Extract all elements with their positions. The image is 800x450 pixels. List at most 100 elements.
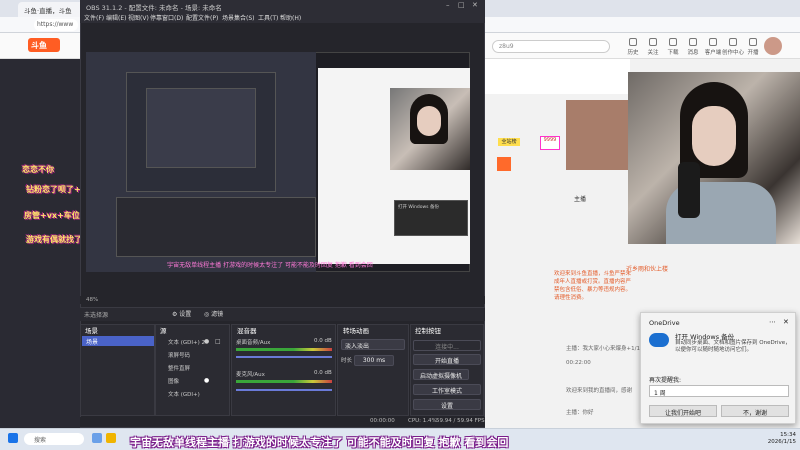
app-icon[interactable] — [92, 433, 102, 443]
nav-messages[interactable]: 消息 — [682, 38, 704, 56]
preview-webcam — [390, 88, 470, 170]
site-logo[interactable]: 斗鱼 — [28, 38, 60, 52]
clock-time: 15:34 — [780, 432, 796, 438]
camera-icon — [749, 38, 757, 46]
rank-badge[interactable]: 全站榜 — [498, 138, 520, 146]
menu-help[interactable]: 帮助(H) — [280, 13, 301, 22]
volume-slider[interactable] — [236, 356, 332, 358]
filters-label: 滤镜 — [211, 311, 224, 318]
cloud-icon — [649, 333, 669, 347]
zoom-row: 48% — [80, 296, 485, 304]
taskbar-search[interactable]: 搜索 — [24, 433, 84, 445]
notification-body: 自动同步桌面、文档和图片保存到 OneDrive，以便你可以随时随地访问它们。 — [675, 340, 791, 353]
settings-button[interactable]: ⚙ 设置 — [172, 309, 191, 319]
mixer-db: 0.0 dB — [314, 370, 332, 376]
menu-view[interactable]: 视图(V) — [128, 13, 149, 22]
preview-subtitle: 宇宙无敌单线程主播 打游戏的时候太专注了 可能不能及时回复 抱歉 看到会回 — [167, 262, 373, 269]
duration-input[interactable]: 300 ms — [354, 355, 394, 366]
window-title: OBS 31.1.2 - 配置文件: 未命名 - 场景: 未命名 — [86, 4, 222, 12]
side-orange-button[interactable] — [497, 157, 511, 171]
scenes-dock-title: 场景 — [85, 327, 98, 335]
volume-slider[interactable] — [236, 389, 332, 391]
danmu-text: 恋恋不你 — [22, 165, 54, 174]
menu-edit[interactable]: 编辑(E) — [106, 13, 126, 22]
gift-bar — [485, 59, 630, 94]
stream-ticker: 宇宙无敌单线程主播 打游戏的时候太专注了 可能不能及时回复 抱歉 看到会回 — [130, 436, 509, 449]
obs-titlebar: OBS 31.1.2 - 配置文件: 未命名 - 场景: 未命名 — [80, 0, 485, 12]
menu-file[interactable]: 文件(F) — [84, 13, 104, 22]
room-notice: 欢迎来到斗鱼直播，斗鱼严禁未成年人直播或打赏。直播内容严禁包含低俗、暴力等违规内… — [554, 271, 632, 301]
stream-status: 连接中... — [413, 340, 481, 351]
remind-select[interactable]: 1 周 — [649, 385, 789, 397]
webcam-overlay — [628, 72, 800, 244]
filters-button[interactable]: ◎ 滤镜 — [204, 309, 223, 319]
minimize-icon[interactable]: – — [446, 1, 450, 9]
virtual-camera-button[interactable]: 启动虚拟摄像机 — [413, 369, 469, 380]
transitions-dock-title: 转场动画 — [343, 327, 369, 335]
preview-toast: 打开 Windows 备份 — [394, 200, 468, 236]
start-button[interactable]: 让我们开始吧 — [649, 405, 717, 417]
studio-mode-button[interactable]: 工作室模式 — [413, 384, 481, 395]
menu-tools[interactable]: 工具(T) — [258, 13, 278, 22]
source-item[interactable]: 文本 (GDI+) — [168, 390, 200, 400]
transition-select[interactable]: 淡入淡出 — [341, 339, 405, 350]
volume-meter — [236, 380, 332, 383]
danmu-text: 房管+vx+车位 — [24, 211, 80, 220]
eye-icon[interactable]: ● — [204, 338, 209, 345]
no-thanks-button[interactable]: 不，谢谢 — [721, 405, 789, 417]
close-icon[interactable]: ✕ — [472, 1, 478, 9]
chat-line: 主播：你好 — [566, 410, 594, 416]
eye-icon[interactable]: ● — [204, 377, 209, 384]
folder-icon[interactable] — [106, 433, 116, 443]
source-item[interactable]: 整件直屏 — [168, 364, 190, 374]
menu-profile[interactable]: 配置文件(P) — [186, 13, 218, 22]
controls-dock-title: 控制按钮 — [415, 327, 441, 335]
menu-docks[interactable]: 停靠窗口(D) — [150, 13, 183, 22]
source-item[interactable]: 图像 — [168, 377, 179, 387]
nav-live[interactable]: 开播 — [742, 38, 764, 56]
microphone-icon — [678, 162, 700, 218]
address-bar[interactable]: https://www — [34, 19, 78, 31]
more-icon[interactable]: ⋯ — [769, 318, 776, 326]
taskbar-clock[interactable]: 15:34 2026/1/15 — [756, 432, 796, 448]
site-search-input[interactable]: z8u9 — [492, 40, 610, 53]
chat-line: 欢迎来到我的直播间，感谢 — [566, 388, 633, 394]
lock-icon[interactable]: □ — [215, 338, 221, 345]
time-readout: 00:00:00 — [370, 418, 395, 424]
source-item[interactable]: 文本 (GDI+) 2 — [168, 338, 205, 348]
source-item[interactable]: 滚屏号码 — [168, 351, 190, 361]
selected-source-label: 未选择源 — [84, 312, 109, 319]
history-icon — [629, 38, 637, 46]
heart-icon — [649, 38, 657, 46]
mixer-track-name: 桌面音频/Aux — [236, 340, 271, 346]
source-toolbar: 未选择源 — [80, 307, 485, 321]
host-label: 主播 — [574, 196, 587, 203]
browser-tab[interactable]: 斗鱼·直播，斗鱼 — [18, 2, 84, 17]
zoom-level[interactable]: 48% — [86, 297, 98, 303]
mixer-track-name: 麦克风/Aux — [236, 372, 265, 378]
start-icon[interactable] — [8, 433, 18, 443]
duration-label: 时长 — [341, 358, 353, 364]
nested-obs-capture — [146, 88, 256, 168]
menu-scene-collection[interactable]: 场景集合(S) — [222, 13, 255, 22]
banner-image[interactable] — [566, 100, 628, 170]
maximize-icon[interactable]: □ — [458, 1, 465, 9]
nav-creator[interactable]: 创作中心 — [722, 38, 744, 56]
avatar[interactable] — [764, 37, 782, 55]
settings-open-button[interactable]: 设置 — [413, 399, 481, 410]
mixer-dock-title: 混音器 — [237, 327, 257, 335]
nav-client[interactable]: 客户端 — [702, 38, 724, 56]
transitions-dock — [337, 324, 409, 416]
chat-line: 00:22:00 — [566, 360, 591, 366]
scene-list-item[interactable]: 场景 — [82, 336, 154, 346]
close-icon[interactable]: ✕ — [783, 318, 789, 326]
onedrive-notification: OneDrive ⋯ ✕ 打开 Windows 备份 自动同步桌面、文档和图片保… — [640, 312, 796, 424]
monitor-icon — [709, 38, 717, 46]
nav-history[interactable]: 历史 — [622, 38, 644, 56]
nav-follow[interactable]: 关注 — [642, 38, 664, 56]
mixer-db: 0.0 dB — [314, 338, 332, 344]
obs-statusbar: 00:00:00 CPU: 1.4% 59.94 / 59.94 FPS — [80, 417, 485, 427]
cpu-readout: CPU: 1.4% — [408, 418, 437, 424]
nav-download[interactable]: 下载 — [662, 38, 684, 56]
start-stream-button[interactable]: 开始直播 — [413, 354, 481, 365]
